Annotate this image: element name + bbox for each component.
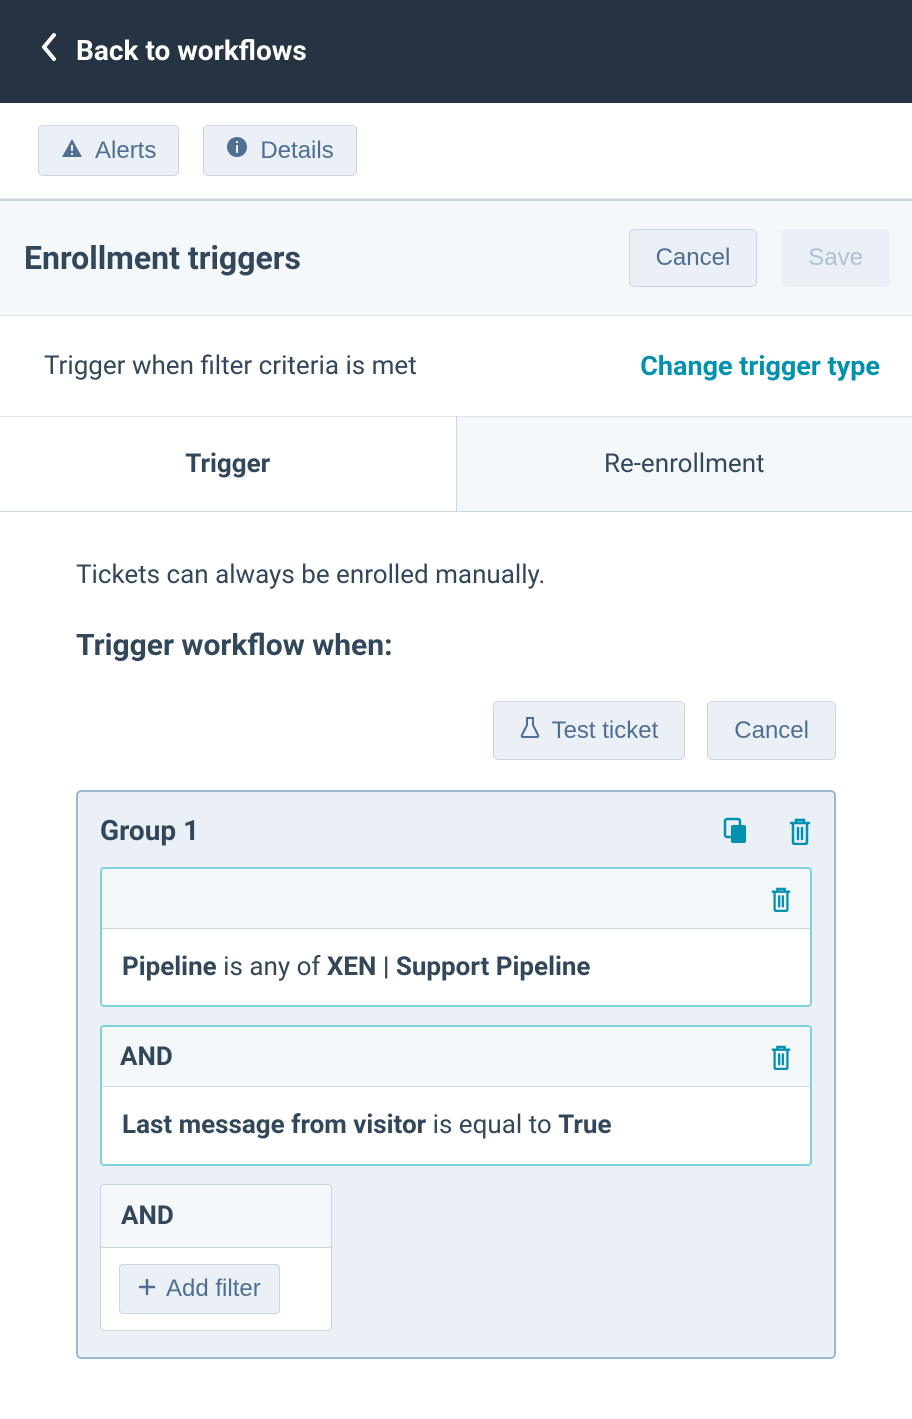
add-filter-label: Add filter: [166, 1275, 261, 1303]
info-icon: [226, 136, 248, 165]
add-filter-button[interactable]: Add filter: [119, 1264, 280, 1314]
test-ticket-button[interactable]: Test ticket: [493, 701, 686, 760]
filter-property: Last message from visitor: [122, 1110, 426, 1140]
enrollment-hint: Tickets can always be enrolled manually.: [76, 560, 836, 590]
add-filter-block: AND Add filter: [100, 1184, 332, 1331]
back-label: Back to workflows: [76, 34, 307, 67]
plus-icon: [138, 1275, 156, 1303]
tab-trigger[interactable]: Trigger: [0, 417, 456, 511]
trigger-type-row: Trigger when filter criteria is met Chan…: [0, 316, 912, 417]
filter-row[interactable]: Pipeline is any of XEN | Support Pipelin…: [100, 867, 812, 1007]
tabs: Trigger Re-enrollment: [0, 417, 912, 512]
and-label: AND: [101, 1185, 331, 1248]
alerts-label: Alerts: [95, 137, 156, 165]
filter-property: Pipeline: [122, 952, 217, 982]
trash-icon[interactable]: [770, 886, 792, 912]
alerts-button[interactable]: Alerts: [38, 125, 179, 176]
chevron-left-icon: [40, 32, 58, 69]
test-ticket-label: Test ticket: [552, 717, 659, 745]
group-title: Group 1: [100, 814, 199, 847]
tab-reenrollment[interactable]: Re-enrollment: [456, 417, 912, 511]
flask-icon: [520, 716, 540, 745]
filter-operator: is any of: [217, 952, 327, 982]
cancel-filter-button[interactable]: Cancel: [707, 701, 836, 760]
and-label: AND: [120, 1042, 173, 1072]
details-label: Details: [260, 137, 333, 165]
cancel-button[interactable]: Cancel: [629, 229, 758, 287]
details-button[interactable]: Details: [203, 125, 356, 176]
trash-icon[interactable]: [770, 1044, 792, 1070]
save-button[interactable]: Save: [781, 229, 890, 287]
filter-value: XEN | Support Pipeline: [327, 952, 591, 982]
change-trigger-type-link[interactable]: Change trigger type: [640, 350, 880, 382]
filter-group: Group 1 Pipeline is any of XEN | Support…: [76, 790, 836, 1359]
section-header: Enrollment triggers Cancel Save: [0, 199, 912, 316]
trash-icon[interactable]: [788, 817, 812, 845]
warning-icon: [61, 137, 83, 165]
filter-row[interactable]: AND Last message from visitor is equal t…: [100, 1025, 812, 1165]
trigger-when-heading: Trigger workflow when:: [76, 628, 836, 663]
filter-operator: is equal to: [426, 1110, 558, 1140]
copy-icon[interactable]: [722, 817, 748, 845]
page-title: Enrollment triggers: [24, 239, 301, 277]
trigger-type-description: Trigger when filter criteria is met: [44, 351, 417, 381]
filter-value: True: [558, 1110, 611, 1140]
back-to-workflows-link[interactable]: Back to workflows: [40, 32, 307, 69]
toolbar: Alerts Details: [0, 103, 912, 199]
